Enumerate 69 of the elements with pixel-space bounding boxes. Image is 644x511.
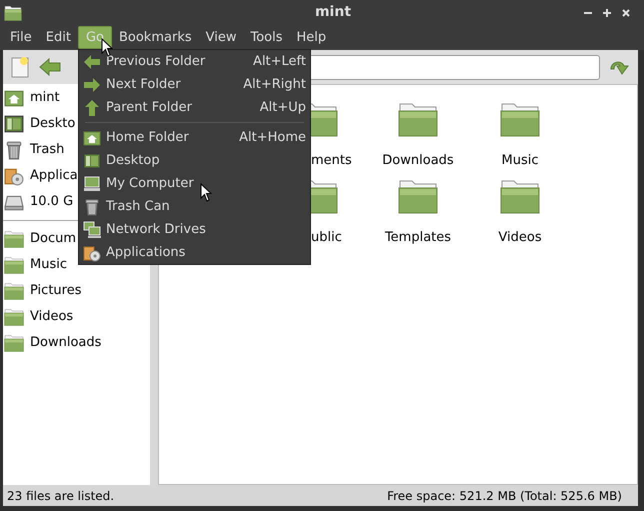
window-title: mint [314,3,352,22]
folder-label: ublic [311,229,342,247]
folder-label: Music [502,152,538,170]
free-space-text: Free space: 521.2 MB (Total: 525.6 MB) [387,488,622,504]
folder-label: ments [311,152,352,170]
shortcut-text: Alt+Up [260,98,306,117]
app-folder-icon [4,4,22,20]
folder-icon[interactable] [311,101,338,137]
sidebar-item[interactable]: Videos [3,304,150,330]
menu-entry[interactable]: Trash Can [79,195,310,218]
folder-icon [4,281,24,301]
new-tab-icon[interactable] [11,56,31,78]
computer-icon [83,174,101,192]
menu-entry-label: Parent Folder [106,98,192,117]
folder-label: Downloads [382,152,454,170]
folder-icon [500,178,540,214]
menu-entry-label: Previous Folder [106,52,206,71]
menu-item[interactable]: Tools [243,26,290,49]
menu-entry-label: Home Folder [106,128,189,147]
arrow-right-icon [83,76,101,94]
menu-item[interactable]: View [198,26,244,49]
menu-entry-label: Network Drives [106,220,206,239]
desktop-icon [4,114,24,134]
folder-icon [4,333,24,353]
menu-entry[interactable]: Network Drives [79,218,310,241]
sidebar-item[interactable]: Downloads [3,330,150,356]
desktop-icon [83,152,101,170]
folder-icon [4,307,24,327]
menu-item[interactable]: Bookmarks [112,26,199,49]
folder-label: Templates [384,229,452,247]
network-icon [83,220,101,238]
folder-icon [398,101,438,137]
menu-entry-label: Trash Can [106,198,170,216]
menu-entry[interactable]: Applications [79,241,310,264]
applications-icon [83,244,101,262]
menu-entry[interactable]: Desktop [79,149,310,172]
menu-entry[interactable]: Previous Folder Alt+Left [79,50,310,73]
folder-icon [4,229,24,249]
trash-icon [83,198,101,216]
menu-entry-label: Next Folder [106,76,181,94]
arrow-left-icon [83,52,101,70]
menu-item[interactable]: Help [290,26,334,49]
maximize-icon[interactable] [603,8,611,16]
shortcut-text: Alt+Left [253,52,306,71]
menu-item[interactable]: File [3,26,39,49]
sidebar-item[interactable]: Pictures [3,278,150,304]
folder-icon [500,101,540,137]
menu-entry-label: My Computer [106,174,194,193]
applications-icon [4,166,24,186]
status-text: 23 files are listed. [7,488,114,504]
trash-icon [4,140,24,160]
shortcut-text: Alt+Home [239,128,306,147]
arrow-up-icon [83,98,101,116]
mouse-cursor-icon [200,183,212,202]
menu-entry[interactable]: Home Folder Alt+Home [79,126,310,149]
menu-item[interactable]: Edit [38,26,78,49]
back-icon[interactable] [39,57,61,77]
home-folder-icon [83,128,101,146]
folder-icon [398,178,438,214]
folder-icon[interactable] [311,178,338,214]
folder-icon [4,255,24,275]
shortcut-text: Alt+Right [243,76,306,94]
close-icon[interactable] [622,8,630,16]
menu-entry[interactable]: Parent Folder Alt+Up [79,96,310,119]
folder-label: Videos [498,229,542,247]
menu-entry-label: Applications [106,244,186,262]
menu-entry[interactable]: Next Folder Alt+Right [79,73,310,96]
menu-entry[interactable]: My Computer [79,172,310,195]
menu-entry-label: Desktop [106,152,160,170]
